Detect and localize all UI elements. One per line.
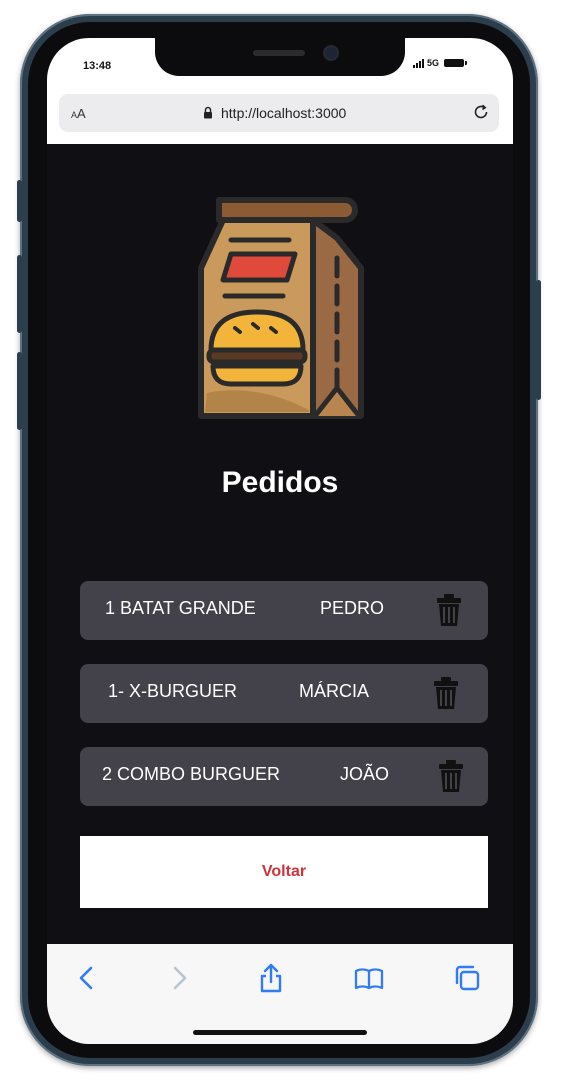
power-button bbox=[536, 280, 541, 400]
browser-toolbar bbox=[47, 944, 513, 1044]
order-row: 1 BATAT GRANDE PEDRO bbox=[80, 581, 488, 640]
page-title: Pedidos bbox=[221, 466, 339, 499]
share-icon[interactable] bbox=[255, 962, 287, 994]
lock-icon bbox=[204, 106, 212, 119]
tabs-icon[interactable] bbox=[451, 962, 483, 994]
volume-down-button bbox=[17, 352, 22, 430]
network-type: 5G bbox=[427, 58, 440, 68]
back-icon[interactable] bbox=[71, 962, 103, 994]
page-content: Pedidos 1 BATAT GRANDE PEDRO 1- X-BURGUE… bbox=[47, 144, 513, 944]
trash-icon[interactable] bbox=[438, 759, 464, 793]
status-bar: 13:48 5G bbox=[47, 38, 513, 94]
trash-icon[interactable] bbox=[433, 676, 459, 710]
address-bar[interactable]: AA http://localhost:3000 bbox=[59, 94, 499, 132]
home-indicator[interactable] bbox=[193, 1030, 367, 1035]
order-customer: MÁRCIA bbox=[299, 681, 370, 701]
order-customer: PEDRO bbox=[320, 598, 385, 618]
volume-up-button bbox=[17, 255, 22, 333]
url-text[interactable]: http://localhost:3000 bbox=[221, 105, 346, 121]
order-item: 1- X-BURGUER bbox=[108, 681, 238, 701]
order-item: 1 BATAT GRANDE bbox=[105, 598, 256, 618]
back-button[interactable]: Voltar bbox=[80, 836, 488, 908]
speaker bbox=[253, 50, 305, 56]
text-size-button[interactable]: AA bbox=[71, 106, 86, 121]
signal-indicator: 5G bbox=[413, 58, 468, 68]
order-customer: JOÃO bbox=[340, 764, 390, 784]
burger-bag-icon bbox=[198, 197, 364, 419]
trash-icon[interactable] bbox=[436, 593, 462, 627]
order-item: 2 COMBO BURGUER bbox=[102, 764, 281, 784]
reload-icon[interactable] bbox=[471, 102, 491, 122]
browser-address-row: AA http://localhost:3000 bbox=[47, 94, 513, 144]
notch bbox=[155, 38, 405, 76]
battery-icon bbox=[444, 59, 468, 67]
order-row: 1- X-BURGUER MÁRCIA bbox=[80, 664, 488, 723]
signal-bars-icon bbox=[413, 58, 424, 68]
status-time: 13:48 bbox=[83, 60, 112, 72]
order-row: 2 COMBO BURGUER JOÃO bbox=[80, 747, 488, 806]
camera bbox=[325, 47, 337, 59]
forward-icon[interactable] bbox=[163, 962, 195, 994]
silent-switch bbox=[17, 180, 22, 222]
phone-screen: 13:48 5G AA http://localhost:3000 Pedido… bbox=[47, 38, 513, 1044]
bookmarks-icon[interactable] bbox=[353, 962, 385, 994]
